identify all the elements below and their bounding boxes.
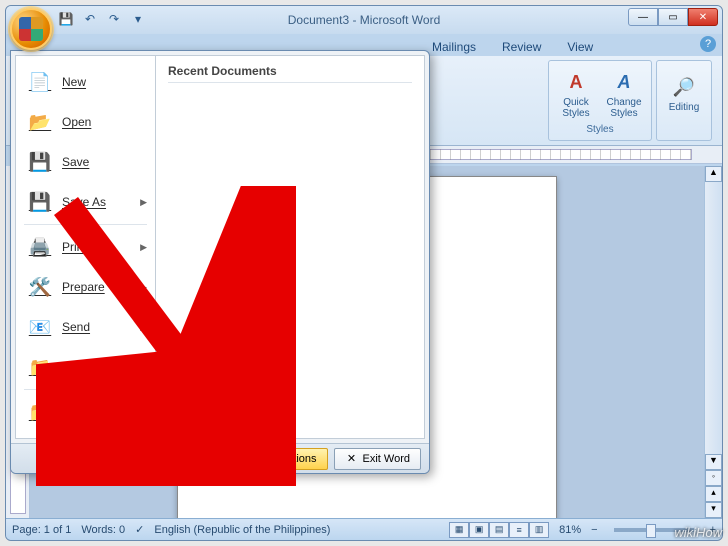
menu-print[interactable]: 🖨️Print▶ [18, 227, 153, 267]
menu-publish[interactable]: 📁Publish▶ [18, 347, 153, 387]
close-doc-icon: 📁 [28, 400, 52, 424]
draft-view-icon[interactable]: ▥ [529, 522, 549, 538]
word-options-button[interactable]: ⚙Word Options [220, 448, 327, 470]
change-styles-icon: A [612, 71, 636, 95]
ribbon-group-styles: A Quick Styles A Change Styles Styles [548, 60, 652, 141]
binoculars-icon: 🔎 [672, 76, 696, 100]
quick-styles-button[interactable]: A Quick Styles [555, 71, 597, 119]
submenu-arrow-icon: ▶ [140, 322, 147, 333]
change-styles-label: Change Styles [603, 97, 645, 119]
office-menu: 📄New 📂Open 💾Save 💾Save As▶ 🖨️Print▶ 🛠️Pr… [10, 50, 430, 474]
submenu-arrow-icon: ▶ [140, 197, 147, 208]
print-layout-view-icon[interactable]: ▦ [449, 522, 469, 538]
maximize-button[interactable]: ▭ [658, 8, 688, 26]
close-button[interactable]: ✕ [688, 8, 718, 26]
editing-label: Editing [669, 102, 700, 113]
scroll-up-icon[interactable]: ▲ [705, 166, 722, 182]
save-file-icon: 💾 [28, 150, 52, 174]
menu-prepare[interactable]: 🛠️Prepare▶ [18, 267, 153, 307]
window-title: Document3 - Microsoft Word [288, 13, 441, 27]
office-menu-commands: 📄New 📂Open 💾Save 💾Save As▶ 🖨️Print▶ 🛠️Pr… [16, 56, 156, 438]
publish-icon: 📁 [28, 355, 52, 379]
tab-view[interactable]: View [559, 38, 601, 56]
new-icon: 📄 [28, 70, 52, 94]
office-button[interactable] [10, 8, 52, 50]
quick-styles-icon: A [564, 71, 588, 95]
status-language[interactable]: English (Republic of the Philippines) [154, 524, 330, 536]
full-screen-view-icon[interactable]: ▣ [469, 522, 489, 538]
outline-view-icon[interactable]: ≡ [509, 522, 529, 538]
send-icon: 📧 [28, 315, 52, 339]
status-page[interactable]: Page: 1 of 1 [12, 524, 71, 536]
exit-icon: ✕ [345, 452, 359, 466]
word-window: 💾 ↶ ↷ ▾ Document3 - Microsoft Word — ▭ ✕… [5, 5, 723, 541]
undo-icon[interactable]: ↶ [80, 9, 100, 29]
office-menu-footer: ⚙Word Options ✕Exit Word [11, 443, 429, 473]
web-layout-view-icon[interactable]: ▤ [489, 522, 509, 538]
quick-access-toolbar: 💾 ↶ ↷ ▾ [56, 9, 148, 29]
exit-word-button[interactable]: ✕Exit Word [334, 448, 421, 470]
wikihow-watermark: wikiHow [674, 525, 722, 540]
print-icon: 🖨️ [28, 235, 52, 259]
window-controls: — ▭ ✕ [628, 8, 718, 26]
zoom-out-icon[interactable]: − [591, 524, 597, 536]
change-styles-button[interactable]: A Change Styles [603, 71, 645, 119]
next-page-icon[interactable]: ▾ [705, 502, 722, 518]
recent-documents-panel: Recent Documents [156, 56, 424, 438]
status-words[interactable]: Words: 0 [81, 524, 125, 536]
tab-review[interactable]: Review [494, 38, 549, 56]
redo-icon[interactable]: ↷ [104, 9, 124, 29]
titlebar: 💾 ↶ ↷ ▾ Document3 - Microsoft Word — ▭ ✕ [6, 6, 722, 34]
qat-more-icon[interactable]: ▾ [128, 9, 148, 29]
status-bar: Page: 1 of 1 Words: 0 ✓ English (Republi… [6, 518, 722, 540]
submenu-arrow-icon: ▶ [140, 282, 147, 293]
ribbon-group-editing: 🔎 Editing [656, 60, 712, 141]
view-buttons: ▦ ▣ ▤ ≡ ▥ [449, 522, 549, 538]
submenu-arrow-icon: ▶ [140, 242, 147, 253]
office-logo-icon [19, 17, 43, 41]
menu-save[interactable]: 💾Save [18, 142, 153, 182]
submenu-arrow-icon: ▶ [140, 362, 147, 373]
open-icon: 📂 [28, 110, 52, 134]
save-as-icon: 💾 [28, 190, 52, 214]
menu-send[interactable]: 📧Send▶ [18, 307, 153, 347]
styles-group-label: Styles [586, 124, 613, 140]
prev-page-icon[interactable]: ▴ [705, 486, 722, 502]
help-icon[interactable]: ? [700, 36, 716, 52]
tab-mailings[interactable]: Mailings [424, 38, 484, 56]
browse-object-icon[interactable]: ◦ [705, 470, 722, 486]
zoom-level[interactable]: 81% [559, 524, 581, 536]
vertical-scrollbar[interactable]: ▲ ▼ ◦ ▴ ▾ [704, 166, 722, 518]
save-icon[interactable]: 💾 [56, 9, 76, 29]
recent-documents-header: Recent Documents [168, 64, 412, 83]
minimize-button[interactable]: — [628, 8, 658, 26]
menu-open[interactable]: 📂Open [18, 102, 153, 142]
proofing-icon[interactable]: ✓ [135, 523, 144, 536]
prepare-icon: 🛠️ [28, 275, 52, 299]
editing-button[interactable]: 🔎 Editing [663, 76, 705, 113]
quick-styles-label: Quick Styles [555, 97, 597, 119]
menu-save-as[interactable]: 💾Save As▶ [18, 182, 153, 222]
options-icon: ⚙ [231, 452, 245, 466]
scroll-down-icon[interactable]: ▼ [705, 454, 722, 470]
menu-new[interactable]: 📄New [18, 62, 153, 102]
menu-close[interactable]: 📁Close [18, 392, 153, 432]
